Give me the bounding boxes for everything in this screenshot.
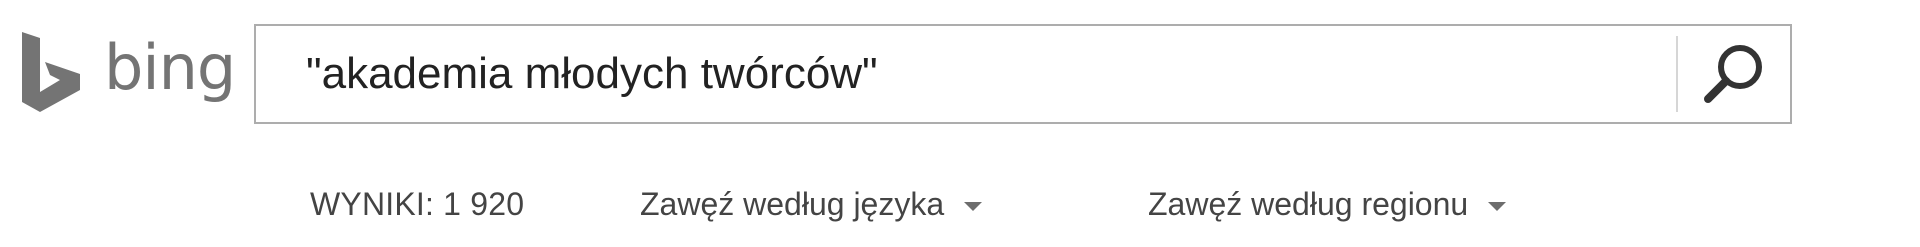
- chevron-down-icon: [964, 202, 983, 211]
- bing-search-page: bing WYNIKI: 1 920 Zawęź według języka Z…: [0, 0, 1920, 247]
- filter-bar: WYNIKI: 1 920 Zawęź według języka Zawęź …: [0, 186, 1920, 226]
- search-magnifier-icon: [1704, 45, 1762, 103]
- search-box: [254, 24, 1792, 124]
- search-button[interactable]: [1678, 26, 1790, 122]
- region-filter-label: Zawęź według regionu: [1148, 186, 1469, 222]
- search-input[interactable]: [256, 26, 1676, 122]
- language-filter-label: Zawęź według języka: [640, 186, 945, 222]
- region-filter-dropdown[interactable]: Zawęź według regionu: [1148, 186, 1507, 223]
- bing-logo-link[interactable]: bing: [22, 31, 236, 112]
- chevron-down-icon: [1488, 202, 1507, 211]
- results-count: WYNIKI: 1 920: [310, 186, 525, 222]
- language-filter-dropdown[interactable]: Zawęź według języka: [640, 186, 983, 223]
- bing-logo-text: bing: [104, 31, 236, 104]
- bing-b-logo-icon: [22, 32, 80, 112]
